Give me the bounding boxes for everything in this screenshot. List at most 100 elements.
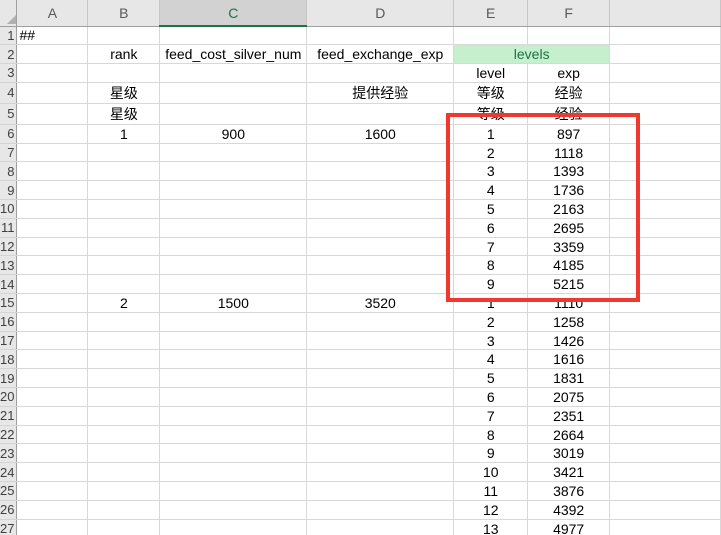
- cell-B22[interactable]: [88, 425, 160, 444]
- cell-A6[interactable]: [17, 124, 88, 143]
- column-header-E[interactable]: E: [454, 0, 528, 26]
- cell-G10[interactable]: [610, 200, 721, 219]
- cell-E6[interactable]: 1: [454, 124, 528, 143]
- row-header-25[interactable]: 25: [0, 482, 17, 501]
- cell-D23[interactable]: [307, 444, 454, 463]
- cell-F16[interactable]: 1258: [528, 312, 610, 331]
- cell-G4[interactable]: [610, 82, 721, 103]
- cell-G21[interactable]: [610, 406, 721, 425]
- cell-B8[interactable]: [88, 162, 160, 181]
- row-header-12[interactable]: 12: [0, 237, 17, 256]
- cell-C22[interactable]: [160, 425, 307, 444]
- cell-E8[interactable]: 3: [454, 162, 528, 181]
- cell-B26[interactable]: [88, 500, 160, 519]
- cell-G16[interactable]: [610, 312, 721, 331]
- cell-D9[interactable]: [307, 181, 454, 200]
- cell-D8[interactable]: [307, 162, 454, 181]
- cell-G3[interactable]: [610, 64, 721, 83]
- cell-G1[interactable]: [610, 26, 721, 45]
- select-all-corner[interactable]: [0, 0, 17, 26]
- cell-G18[interactable]: [610, 350, 721, 369]
- cell-A9[interactable]: [17, 181, 88, 200]
- cell-C12[interactable]: [160, 237, 307, 256]
- cell-D1[interactable]: [307, 26, 454, 45]
- cell-A23[interactable]: [17, 444, 88, 463]
- cell-D24[interactable]: [307, 463, 454, 482]
- cell-F23[interactable]: 3019: [528, 444, 610, 463]
- cell-E5[interactable]: 等级: [454, 103, 528, 124]
- cell-D5[interactable]: [307, 103, 454, 124]
- cell-A10[interactable]: [17, 200, 88, 219]
- cell-E2[interactable]: levels: [454, 45, 610, 64]
- cell-C17[interactable]: [160, 331, 307, 350]
- row-header-15[interactable]: 15: [0, 294, 17, 313]
- cell-A12[interactable]: [17, 237, 88, 256]
- row-header-7[interactable]: 7: [0, 143, 17, 162]
- cell-A16[interactable]: [17, 312, 88, 331]
- cell-D14[interactable]: [307, 275, 454, 294]
- cell-F18[interactable]: 1616: [528, 350, 610, 369]
- cell-D20[interactable]: [307, 388, 454, 407]
- cell-A2[interactable]: [17, 45, 88, 64]
- cell-C6[interactable]: 900: [160, 124, 307, 143]
- cell-B17[interactable]: [88, 331, 160, 350]
- column-header-G[interactable]: [610, 0, 721, 26]
- cell-A15[interactable]: [17, 294, 88, 313]
- cell-G27[interactable]: [610, 519, 721, 535]
- cell-E23[interactable]: 9: [454, 444, 528, 463]
- cell-G2[interactable]: [610, 45, 721, 64]
- cell-E18[interactable]: 4: [454, 350, 528, 369]
- cell-C19[interactable]: [160, 369, 307, 388]
- row-header-1[interactable]: 1: [0, 26, 17, 45]
- cell-G20[interactable]: [610, 388, 721, 407]
- cell-B10[interactable]: [88, 200, 160, 219]
- cell-A3[interactable]: [17, 64, 88, 83]
- row-header-17[interactable]: 17: [0, 331, 17, 350]
- cell-D7[interactable]: [307, 143, 454, 162]
- cell-A26[interactable]: [17, 500, 88, 519]
- cell-A19[interactable]: [17, 369, 88, 388]
- cell-G12[interactable]: [610, 237, 721, 256]
- cell-B24[interactable]: [88, 463, 160, 482]
- cell-A4[interactable]: [17, 82, 88, 103]
- cell-D11[interactable]: [307, 218, 454, 237]
- cell-B3[interactable]: [88, 64, 160, 83]
- cell-F11[interactable]: 2695: [528, 218, 610, 237]
- row-header-21[interactable]: 21: [0, 406, 17, 425]
- cell-B16[interactable]: [88, 312, 160, 331]
- cell-C27[interactable]: [160, 519, 307, 535]
- cell-B6[interactable]: 1: [88, 124, 160, 143]
- cell-D10[interactable]: [307, 200, 454, 219]
- cell-B13[interactable]: [88, 256, 160, 275]
- cell-F21[interactable]: 2351: [528, 406, 610, 425]
- cell-C26[interactable]: [160, 500, 307, 519]
- cell-C9[interactable]: [160, 181, 307, 200]
- cell-F10[interactable]: 2163: [528, 200, 610, 219]
- cell-D18[interactable]: [307, 350, 454, 369]
- cell-E9[interactable]: 4: [454, 181, 528, 200]
- cell-F17[interactable]: 1426: [528, 331, 610, 350]
- cell-A13[interactable]: [17, 256, 88, 275]
- row-header-11[interactable]: 11: [0, 218, 17, 237]
- cell-G24[interactable]: [610, 463, 721, 482]
- cell-E19[interactable]: 5: [454, 369, 528, 388]
- cell-E20[interactable]: 6: [454, 388, 528, 407]
- row-header-13[interactable]: 13: [0, 256, 17, 275]
- row-header-4[interactable]: 4: [0, 82, 17, 103]
- row-header-22[interactable]: 22: [0, 425, 17, 444]
- cell-E26[interactable]: 12: [454, 500, 528, 519]
- row-header-10[interactable]: 10: [0, 200, 17, 219]
- cell-B25[interactable]: [88, 482, 160, 501]
- cell-B18[interactable]: [88, 350, 160, 369]
- cell-B27[interactable]: [88, 519, 160, 535]
- cell-E7[interactable]: 2: [454, 143, 528, 162]
- cell-E10[interactable]: 5: [454, 200, 528, 219]
- cell-D2[interactable]: feed_exchange_exp: [307, 45, 454, 64]
- cell-B21[interactable]: [88, 406, 160, 425]
- row-header-2[interactable]: 2: [0, 45, 17, 64]
- cell-F12[interactable]: 3359: [528, 237, 610, 256]
- cell-F14[interactable]: 5215: [528, 275, 610, 294]
- cell-E17[interactable]: 3: [454, 331, 528, 350]
- cell-A27[interactable]: [17, 519, 88, 535]
- cell-B14[interactable]: [88, 275, 160, 294]
